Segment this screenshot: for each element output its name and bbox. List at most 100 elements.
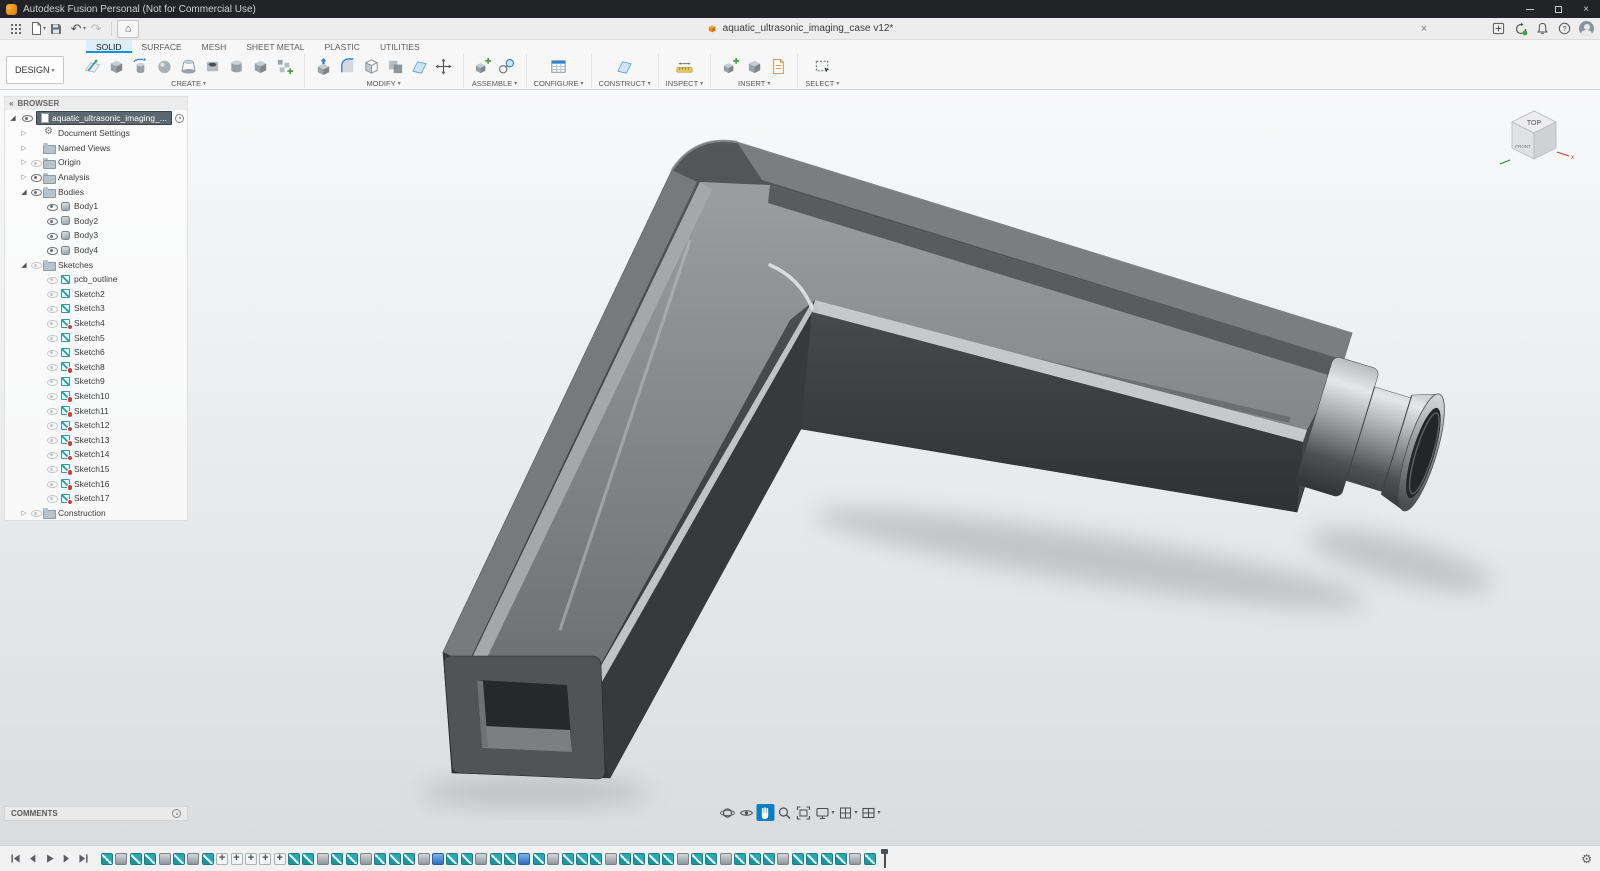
timeline-feature[interactable] — [302, 852, 315, 865]
help-icon[interactable]: ? — [1557, 21, 1572, 36]
timeline-feature[interactable] — [676, 852, 689, 865]
timeline-feature[interactable] — [547, 852, 560, 865]
ribbon-tab[interactable]: SURFACE — [132, 40, 192, 53]
step-back-icon[interactable] — [25, 851, 40, 866]
grid-snaps-icon[interactable] — [836, 804, 854, 821]
browser-tree-item[interactable]: Body3 — [5, 228, 187, 243]
timeline-feature[interactable] — [777, 852, 790, 865]
timeline-feature[interactable] — [101, 852, 113, 865]
timeline-feature[interactable] — [532, 852, 545, 865]
timeline-feature[interactable] — [834, 852, 847, 865]
new-component-icon[interactable] — [471, 55, 495, 79]
timeline-feature[interactable] — [216, 852, 229, 865]
expand-icon[interactable] — [19, 173, 29, 181]
timeline-feature[interactable] — [575, 852, 588, 865]
visibility-eye-icon[interactable] — [46, 405, 58, 416]
viewports-icon[interactable] — [860, 804, 878, 821]
timeline-feature[interactable] — [230, 852, 243, 865]
visibility-eye-icon[interactable] — [46, 201, 58, 212]
extrude-icon[interactable] — [105, 55, 129, 79]
thread-icon[interactable] — [225, 55, 249, 79]
expand-icon[interactable] — [19, 188, 29, 196]
browser-tree-item[interactable]: Sketch9 — [5, 374, 187, 389]
expand-icon[interactable] — [19, 261, 29, 269]
ribbon-tab[interactable]: SHEET METAL — [236, 40, 314, 53]
visibility-eye-icon[interactable] — [21, 113, 33, 124]
timeline-feature[interactable] — [518, 852, 531, 865]
timeline-feature[interactable] — [791, 852, 804, 865]
design-workspace-button[interactable]: DESIGN ▾ — [6, 56, 64, 84]
visibility-eye-icon[interactable] — [46, 361, 58, 372]
timeline-feature[interactable] — [273, 852, 286, 865]
group-label-inspect[interactable]: INSPECT ▾ — [666, 79, 704, 88]
timeline-feature[interactable] — [633, 852, 646, 865]
go-to-end-icon[interactable] — [76, 851, 91, 866]
sweep-icon[interactable] — [153, 55, 177, 79]
timeline-feature[interactable] — [201, 852, 214, 865]
timeline-settings-gear-icon[interactable]: ⚙ — [1581, 852, 1592, 866]
visibility-eye-icon[interactable] — [30, 186, 42, 197]
timeline-feature[interactable] — [129, 852, 142, 865]
browser-tree-item[interactable]: Sketch16 — [5, 476, 187, 491]
browser-tree-item[interactable]: Body1 — [5, 199, 187, 214]
timeline-feature[interactable] — [388, 852, 401, 865]
select-icon[interactable] — [810, 55, 834, 79]
browser-tree-item[interactable]: Sketch10 — [5, 389, 187, 404]
notifications-icon[interactable] — [1535, 21, 1550, 36]
timeline-feature[interactable] — [604, 852, 617, 865]
timeline-feature[interactable] — [849, 852, 862, 865]
timeline-feature[interactable] — [144, 852, 157, 865]
timeline-feature[interactable] — [115, 852, 128, 865]
model-3d-view[interactable] — [0, 90, 1600, 845]
configure-icon[interactable] — [547, 55, 571, 79]
timeline-feature[interactable] — [345, 852, 358, 865]
browser-tree-item[interactable]: Sketch5 — [5, 330, 187, 345]
home-icon[interactable]: ⌂ — [117, 19, 140, 38]
timeline-feature[interactable] — [762, 852, 775, 865]
orbit-icon[interactable] — [718, 804, 736, 821]
timeline-position-marker[interactable] — [881, 848, 889, 868]
save-icon[interactable] — [46, 20, 66, 38]
grid-snaps-caret-icon[interactable]: ▾ — [854, 809, 857, 816]
browser-tree-item[interactable]: Bodies — [5, 184, 187, 199]
browser-tree-item[interactable]: Sketch12 — [5, 418, 187, 433]
browser-tree-item[interactable]: Sketch13 — [5, 432, 187, 447]
pattern-icon[interactable] — [273, 55, 297, 79]
group-label-assemble[interactable]: ASSEMBLE ▾ — [472, 79, 517, 88]
timeline-feature[interactable] — [662, 852, 675, 865]
job-status-icon[interactable] — [1513, 21, 1528, 36]
press-pull-icon[interactable] — [312, 55, 336, 79]
browser-tree-item[interactable]: Sketch11 — [5, 403, 187, 418]
browser-tree-item[interactable]: Sketch3 — [5, 301, 187, 316]
hole-icon[interactable] — [201, 55, 225, 79]
browser-tree-item[interactable]: Sketch17 — [5, 491, 187, 506]
visibility-eye-icon[interactable] — [46, 274, 58, 285]
insert-derive-icon[interactable] — [718, 55, 742, 79]
group-label-construct[interactable]: CONSTRUCT ▾ — [599, 79, 651, 88]
timeline-feature[interactable] — [417, 852, 430, 865]
close-button[interactable]: × — [1572, 0, 1600, 18]
timeline-feature[interactable] — [489, 852, 502, 865]
timeline-feature[interactable] — [734, 852, 747, 865]
timeline-feature[interactable] — [431, 852, 444, 865]
visibility-eye-icon[interactable] — [30, 172, 42, 183]
revolve-icon[interactable] — [129, 55, 153, 79]
expand-icon[interactable] — [19, 509, 29, 517]
visibility-eye-icon[interactable] — [46, 215, 58, 226]
browser-tree-item[interactable]: Origin — [5, 155, 187, 170]
visibility-eye-icon[interactable] — [46, 434, 58, 445]
timeline-feature[interactable] — [863, 852, 876, 865]
view-cube[interactable]: TOP FRONT x — [1494, 102, 1574, 168]
expand-icon[interactable] — [19, 144, 29, 152]
create-sketch-icon[interactable] — [81, 55, 105, 79]
visibility-eye-icon[interactable] — [30, 259, 42, 270]
ribbon-tab[interactable]: MESH — [192, 40, 237, 53]
expand-icon[interactable] — [8, 114, 18, 122]
timeline-feature[interactable] — [172, 852, 185, 865]
browser-tree-item[interactable]: Named Views — [5, 141, 187, 156]
timeline-feature[interactable] — [475, 852, 488, 865]
browser-tree-item[interactable]: Sketch14 — [5, 447, 187, 462]
expand-icon[interactable] — [19, 158, 29, 166]
timeline-feature[interactable] — [619, 852, 632, 865]
timeline-feature[interactable] — [647, 852, 660, 865]
